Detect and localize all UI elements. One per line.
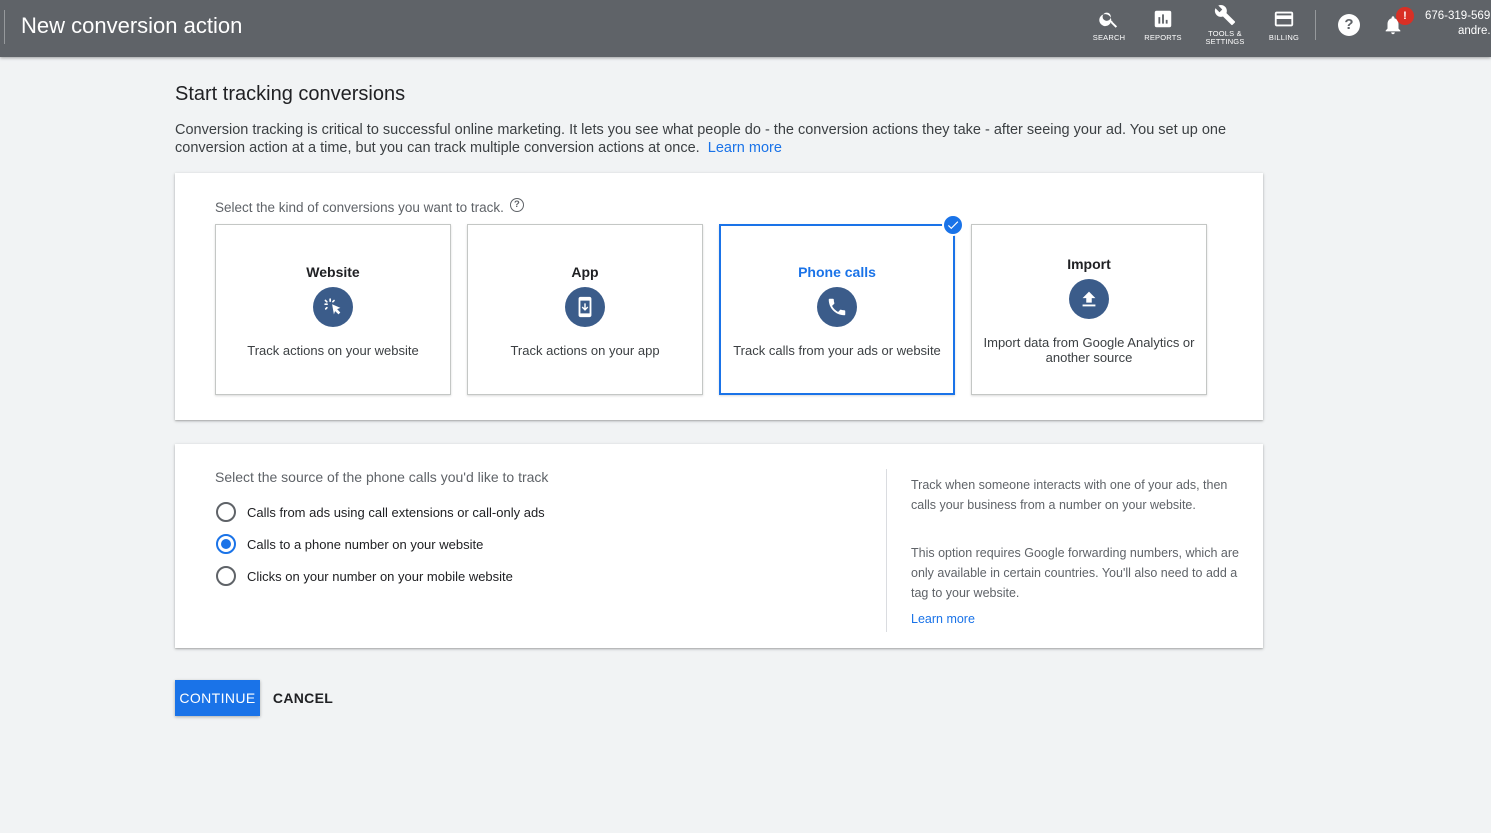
account-name: andre. [1458, 25, 1491, 37]
intro-learn-more-link[interactable]: Learn more [708, 140, 782, 156]
phone-icon [828, 298, 846, 316]
reports-icon [1154, 10, 1172, 28]
continue-button[interactable]: CONTINUE [175, 680, 260, 716]
option-website-desc: Track actions on your website [247, 343, 419, 358]
option-phone-calls-icon-circle [817, 287, 857, 327]
help-circle-icon[interactable]: ? [509, 197, 524, 212]
option-import-desc: Import data from Google Analytics or ano… [983, 335, 1195, 365]
upload-icon [1082, 291, 1096, 307]
option-app-desc: Track actions on your app [510, 343, 660, 358]
wrench-icon [1214, 5, 1236, 26]
option-import-icon-circle [1069, 279, 1109, 319]
info-paragraph-2: This option requires Google forwarding n… [911, 546, 1239, 600]
section-heading: Start tracking conversions [175, 83, 406, 105]
radio-mobile-clicks[interactable] [216, 566, 236, 586]
option-website-icon-circle [313, 287, 353, 327]
radio-website-number[interactable] [216, 534, 236, 554]
option-import-title: Import [1067, 256, 1111, 272]
billing-label: BILLING [1268, 33, 1300, 42]
cursor-click-icon [324, 298, 341, 315]
conversion-kind-prompt: Select the kind of conversions you want … [215, 197, 524, 215]
phone-source-prompt: Select the source of the phone calls you… [215, 469, 549, 485]
info-learn-more-link[interactable]: Learn more [911, 612, 975, 626]
tools-settings-button[interactable]: TOOLS & SETTINGS [1202, 2, 1248, 48]
phone-source-card: Select the source of the phone calls you… [175, 444, 1263, 648]
option-app[interactable]: App Track actions on your app [467, 224, 703, 395]
conversion-kind-card: Select the kind of conversions you want … [175, 173, 1263, 420]
search-button[interactable]: SEARCH [1092, 6, 1126, 52]
credit-card-icon [1274, 11, 1294, 27]
intro-text: Conversion tracking is critical to succe… [175, 121, 1275, 157]
header-separator [1315, 10, 1316, 40]
option-app-title: App [571, 264, 599, 280]
option-app-icon-circle [565, 287, 605, 327]
intro-body: Conversion tracking is critical to succe… [175, 122, 1227, 156]
option-import[interactable]: Import Import data from Google Analytics… [971, 224, 1207, 395]
source-option-label: Calls to a phone number on your website [247, 536, 484, 552]
option-website-title: Website [306, 264, 360, 280]
option-phone-calls[interactable]: Phone calls Track calls from your ads or… [719, 224, 955, 395]
reports-label: REPORTS [1144, 33, 1182, 42]
source-option-label: Calls from ads using call extensions or … [247, 504, 545, 520]
option-phone-calls-title: Phone calls [798, 264, 876, 280]
top-bar: New conversion action SEARCH REPORTS TOO… [0, 0, 1491, 57]
reports-button[interactable]: REPORTS [1144, 6, 1182, 52]
phone-download-icon [578, 296, 592, 318]
source-option-label: Clicks on your number on your mobile web… [247, 568, 513, 584]
page-title: New conversion action [21, 13, 243, 38]
info-divider [886, 469, 887, 632]
account-menu[interactable]: 676-319-569 andre. [1425, 9, 1491, 39]
billing-button[interactable]: BILLING [1267, 6, 1301, 52]
conversion-kind-prompt-text: Select the kind of conversions you want … [215, 200, 504, 215]
help-icon[interactable]: ? [1338, 14, 1360, 36]
source-option-call-extensions[interactable]: Calls from ads using call extensions or … [216, 501, 545, 523]
tools-settings-label: TOOLS & SETTINGS [1205, 29, 1245, 46]
notification-badge: ! [1396, 7, 1414, 25]
source-option-website-number[interactable]: Calls to a phone number on your website [216, 533, 483, 555]
radio-call-extensions[interactable] [216, 502, 236, 522]
selected-check-icon [942, 214, 964, 236]
search-label: SEARCH [1092, 33, 1126, 42]
source-option-mobile-clicks[interactable]: Clicks on your number on your mobile web… [216, 565, 513, 587]
info-paragraph-1: Track when someone interacts with one of… [911, 478, 1228, 512]
header-divider [4, 10, 5, 44]
cancel-button[interactable]: CANCEL [270, 680, 336, 716]
account-id: 676-319-569 [1425, 10, 1491, 22]
option-phone-calls-desc: Track calls from your ads or website [733, 343, 941, 358]
option-website[interactable]: Website Track actions on your website [215, 224, 451, 395]
search-icon [1099, 12, 1118, 28]
